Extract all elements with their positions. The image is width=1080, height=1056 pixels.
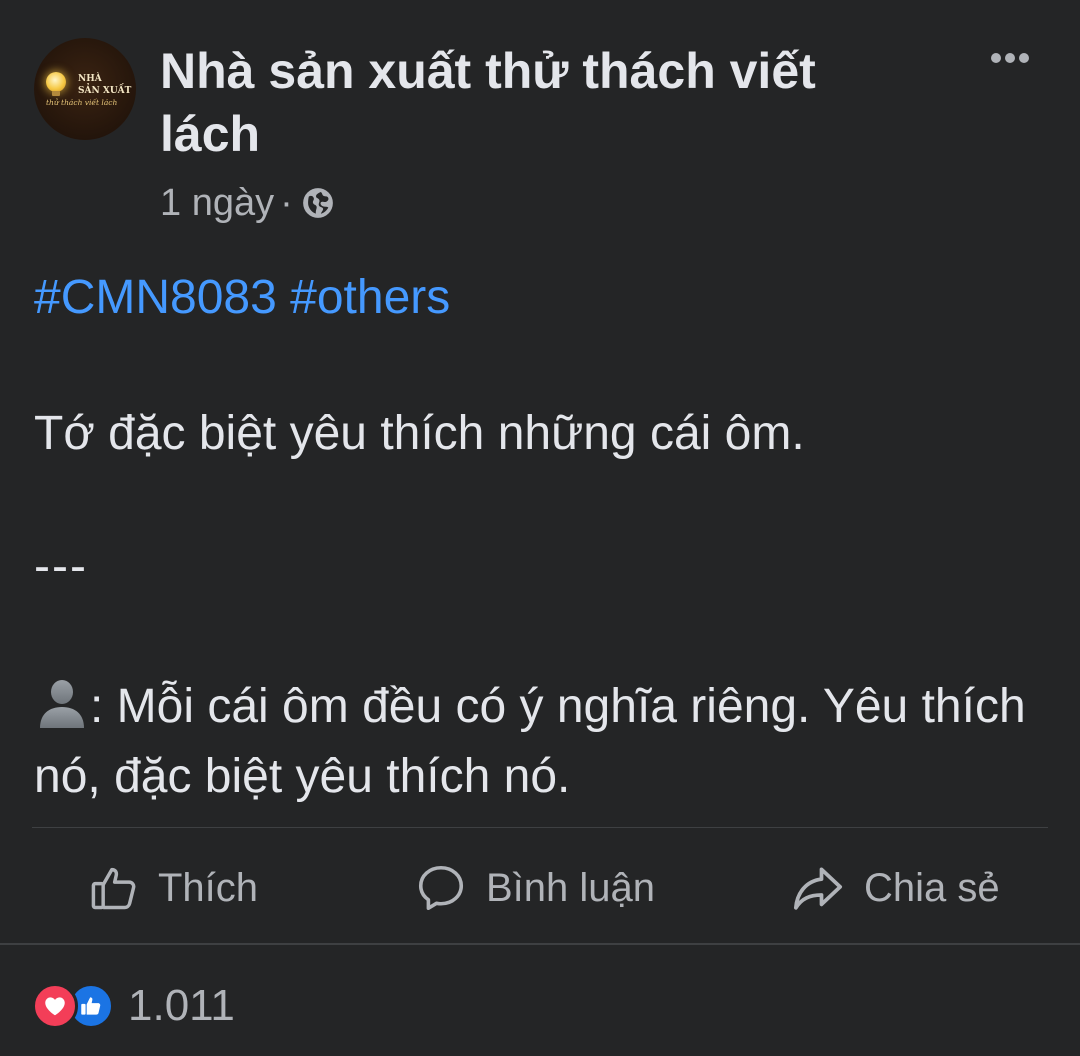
post-meta: 1 ngày ·: [160, 180, 335, 226]
avatar-logo-line1: NHÀ: [78, 74, 102, 84]
post-quote: : Mỗi cái ôm đều có ý nghĩa riêng. Yêu t…: [34, 672, 1054, 812]
like-button[interactable]: Thích: [88, 842, 258, 934]
post-body-line: Tớ đặc biệt yêu thích những cái ôm.: [34, 407, 805, 460]
divider: [32, 827, 1048, 828]
post-card: NHÀ SẢN XUẤT thử thách viết lách Nhà sản…: [0, 0, 1080, 1056]
reactions-summary[interactable]: 1.011: [32, 980, 235, 1032]
post-timestamp[interactable]: 1 ngày: [160, 180, 274, 226]
comment-label: Bình luận: [486, 865, 656, 910]
hashtag-link[interactable]: #others: [290, 271, 450, 324]
like-label: Thích: [158, 865, 259, 910]
comment-bubble-icon: [418, 865, 464, 911]
meta-separator: ·: [280, 182, 293, 224]
thumbs-up-icon: [91, 867, 136, 910]
share-label: Chia sẻ: [864, 865, 1000, 910]
action-bar: Thích Bình luận Chia sẻ: [0, 842, 1080, 934]
quote-text: : Mỗi cái ôm đều có ý nghĩa riêng. Yêu t…: [34, 680, 1026, 803]
avatar-logo-line2: SẢN XUẤT: [78, 86, 132, 96]
globe-icon: [302, 188, 333, 218]
more-options-button[interactable]: [980, 38, 1040, 78]
share-arrow-icon: [793, 867, 843, 910]
post-separator: ---: [34, 540, 88, 593]
love-reaction-icon: [32, 983, 78, 1029]
avatar-logo-line3: thử thách viết lách: [46, 98, 118, 107]
reaction-count: 1.011: [128, 981, 235, 1030]
lightbulb-icon: [46, 72, 66, 92]
person-silhouette-icon: [40, 680, 84, 728]
page-avatar[interactable]: NHÀ SẢN XUẤT thử thách viết lách: [34, 38, 136, 140]
comment-button[interactable]: Bình luận: [414, 842, 655, 934]
hashtags: #CMN8083 #others: [34, 268, 450, 328]
page-name-link[interactable]: Nhà sản xuất thử thách viết lách: [160, 40, 920, 166]
hashtag-link[interactable]: #CMN8083: [34, 271, 277, 324]
divider: [0, 943, 1080, 945]
share-button[interactable]: Chia sẻ: [790, 842, 1000, 934]
more-horizontal-icon: [991, 53, 1001, 63]
